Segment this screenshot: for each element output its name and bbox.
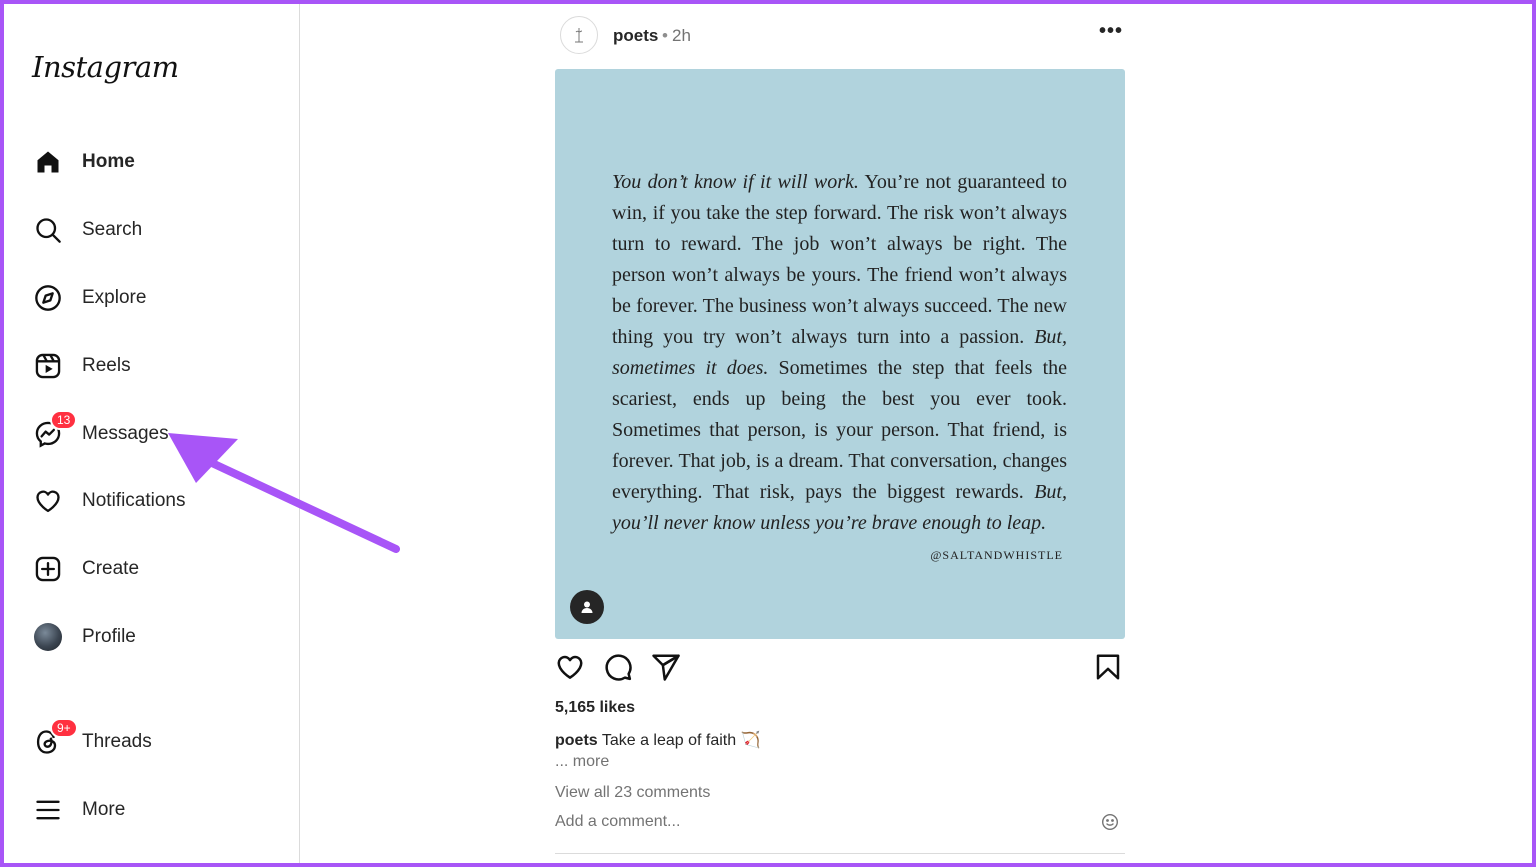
more-options-button[interactable]: ••• <box>1099 20 1123 43</box>
instagram-logo[interactable]: Instagram <box>32 50 179 84</box>
hamburger-icon <box>30 792 66 828</box>
annotation-arrow <box>168 433 400 553</box>
caption-username[interactable]: poets <box>555 732 598 749</box>
comment-icon <box>605 654 632 681</box>
share-button[interactable] <box>651 652 683 684</box>
compass-icon <box>30 280 66 316</box>
sidebar-item-explore[interactable]: Explore <box>28 274 288 322</box>
post-actions <box>555 652 1125 686</box>
like-button[interactable] <box>555 652 587 684</box>
reels-icon <box>30 348 66 384</box>
sidebar-item-profile[interactable]: Profile <box>28 613 288 661</box>
sidebar-item-label: Create <box>82 558 140 579</box>
sidebar-item-home[interactable]: Home <box>28 138 288 186</box>
bookmark-icon <box>1096 654 1120 680</box>
user-icon <box>581 601 593 613</box>
sidebar-item-threads[interactable]: 9+ Threads <box>28 718 288 766</box>
comment-input[interactable]: Add a comment... <box>555 813 680 831</box>
feed-post: poets • 2h ••• You don’t know if it will… <box>555 10 1125 854</box>
threads-badge: 9+ <box>50 718 78 738</box>
sidebar-item-label: Profile <box>82 626 136 647</box>
sidebar-item-label: More <box>82 799 126 820</box>
quote-part-italic: You don’t know if it will work. <box>612 171 859 193</box>
quote-source: @SALTANDWHISTLE <box>930 548 1063 562</box>
sidebar-item-label: Threads <box>82 731 152 752</box>
sidebar-item-reels[interactable]: Reels <box>28 342 288 390</box>
save-button[interactable] <box>1093 652 1125 684</box>
likes-count[interactable]: 5,165 likes <box>555 699 635 717</box>
post-username[interactable]: poets <box>613 26 658 46</box>
view-comments-link[interactable]: View all 23 comments <box>555 784 710 802</box>
post-image[interactable]: You don’t know if it will work. You’re n… <box>555 69 1125 639</box>
sidebar-item-label: Reels <box>82 355 131 376</box>
messenger-icon: 13 <box>30 410 78 452</box>
home-icon <box>30 144 66 180</box>
plus-square-icon <box>30 551 66 587</box>
heart-icon <box>557 655 583 679</box>
paper-plane-icon <box>652 654 680 681</box>
comment-button[interactable] <box>603 652 635 684</box>
emoji-icon[interactable] <box>1101 813 1119 831</box>
sidebar-item-label: Search <box>82 219 143 240</box>
quote-part: You’re not guaranteed to win, if you tak… <box>612 171 1067 348</box>
post-timestamp[interactable]: 2h <box>672 26 691 46</box>
post-caption: poets Take a leap of faith 🏹 <box>555 730 761 750</box>
tagged-users-button[interactable] <box>570 590 604 624</box>
quote-text: You don’t know if it will work. You’re n… <box>612 167 1067 539</box>
post-divider <box>555 853 1125 854</box>
post-header: poets • 2h ••• <box>555 10 1125 60</box>
sidebar-item-search[interactable]: Search <box>28 206 288 254</box>
avatar <box>30 619 66 655</box>
post-separator: • <box>662 26 668 45</box>
post-author-avatar[interactable] <box>560 16 598 54</box>
sidebar-item-more[interactable]: More <box>28 786 288 834</box>
messages-badge: 13 <box>50 410 78 430</box>
sidebar-item-label: Home <box>82 151 135 172</box>
search-icon <box>30 212 66 248</box>
caption-more-link[interactable]: ... more <box>555 753 609 771</box>
heart-icon <box>30 483 66 519</box>
sidebar-item-label: Explore <box>82 287 147 308</box>
caption-text: Take a leap of faith 🏹 <box>597 732 761 749</box>
threads-icon: 9+ <box>30 718 78 760</box>
sidebar-item-label: Messages <box>82 423 169 444</box>
